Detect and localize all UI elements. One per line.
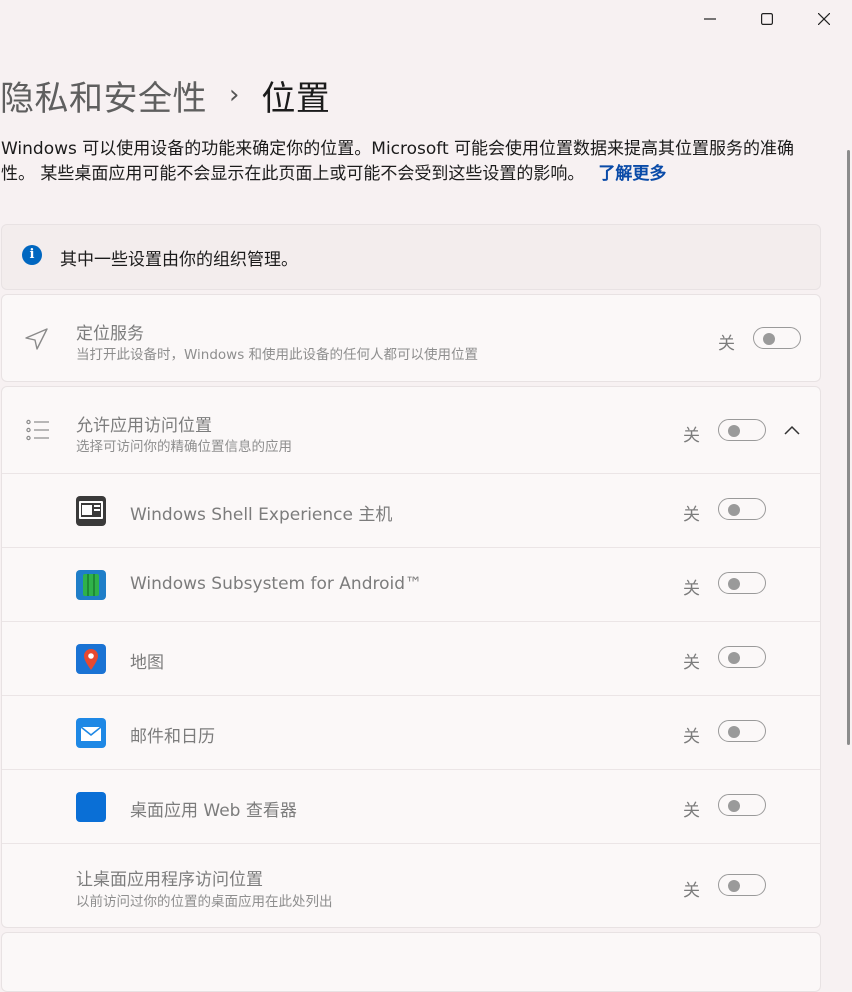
desktop-apps-row: 让桌面应用程序访问位置 以前访问过你的位置的桌面应用在此处列出 关 [2,844,820,928]
app-state: 关 [683,653,700,673]
breadcrumb-separator: › [229,80,240,110]
breadcrumb: 隐私和安全性 › 位置 [0,70,330,120]
page-title: 位置 [261,78,331,119]
app-name: 桌面应用 Web 查看器 [130,801,297,821]
app-state: 关 [683,505,700,525]
app-name: 地图 [130,653,164,673]
desktop-apps-state: 关 [683,881,700,901]
app-access-header[interactable]: 允许应用访问位置 选择可访问你的精确位置信息的应用 关 [2,387,820,473]
app-state: 关 [683,801,700,821]
close-icon [817,13,830,25]
app-row-mail-calendar: 邮件和日历 关 [2,696,820,769]
app-name: Windows Subsystem for Android™ [130,574,423,594]
managed-info-banner: i 其中一些设置由你的组织管理。 [1,224,821,290]
app-row-android-subsystem: Windows Subsystem for Android™ 关 [2,548,820,621]
toggle-knob [728,504,740,516]
toggle-knob [728,578,740,590]
location-service-title: 定位服务 [76,324,144,344]
app-name: Windows Shell Experience 主机 [130,505,393,525]
location-service-card: 定位服务 当打开此设备时，Windows 和使用此设备的任何人都可以使用位置 关 [1,294,821,382]
toggle-knob [728,425,740,437]
shell-experience-icon [76,496,106,526]
app-toggle-shell-experience[interactable] [718,498,766,520]
app-access-card: 允许应用访问位置 选择可访问你的精确位置信息的应用 关 Windows Shel… [1,386,821,928]
location-arrow-icon [25,328,48,350]
desktop-apps-toggle[interactable] [718,874,766,896]
scrollbar-thumb[interactable] [847,150,850,745]
breadcrumb-parent[interactable]: 隐私和安全性 [0,71,207,120]
desktop-apps-title: 让桌面应用程序访问位置 [76,870,263,890]
close-button[interactable] [795,0,852,38]
app-state: 关 [683,727,700,747]
desktop-apps-subtitle: 以前访问过你的位置的桌面应用在此处列出 [76,894,333,910]
window-controls [681,0,852,38]
maximize-icon [760,13,773,25]
chevron-up-icon[interactable] [784,425,800,435]
app-name: 邮件和日历 [130,727,215,747]
app-access-subtitle: 选择可访问你的精确位置信息的应用 [76,439,292,455]
app-row-shell-experience: Windows Shell Experience 主机 关 [2,474,820,547]
app-access-title: 允许应用访问位置 [76,416,212,436]
app-state: 关 [683,579,700,599]
location-service-subtitle: 当打开此设备时，Windows 和使用此设备的任何人都可以使用位置 [76,347,479,363]
info-icon: i [22,245,42,265]
location-service-state: 关 [718,334,735,354]
minimize-button[interactable] [681,0,738,38]
app-access-state: 关 [683,426,700,446]
android-subsystem-icon [76,570,106,600]
app-access-toggle[interactable] [718,419,766,441]
info-banner-text: 其中一些设置由你的组织管理。 [60,250,298,270]
toggle-knob [763,333,775,345]
description-text: Windows 可以使用设备的功能来确定你的位置。Microsoft 可能会使用… [1,139,795,184]
mail-calendar-icon [76,718,106,748]
app-row-web-viewer: 桌面应用 Web 查看器 关 [2,770,820,843]
page-description: Windows 可以使用设备的功能来确定你的位置。Microsoft 可能会使用… [1,137,816,187]
app-toggle-mail-calendar[interactable] [718,720,766,742]
toggle-knob [728,652,740,664]
learn-more-link[interactable]: 了解更多 [598,164,666,184]
toggle-knob [728,726,740,738]
maximize-button[interactable] [738,0,795,38]
toggle-knob [728,880,740,892]
next-settings-card [1,932,821,992]
app-toggle-maps[interactable] [718,646,766,668]
toggle-knob [728,800,740,812]
app-row-maps: 地图 关 [2,622,820,695]
app-toggle-android-subsystem[interactable] [718,572,766,594]
app-toggle-web-viewer[interactable] [718,794,766,816]
web-viewer-icon [76,792,106,822]
list-icon [26,419,49,441]
minimize-icon [703,18,716,20]
location-service-toggle[interactable] [753,327,801,349]
maps-icon [76,644,106,674]
